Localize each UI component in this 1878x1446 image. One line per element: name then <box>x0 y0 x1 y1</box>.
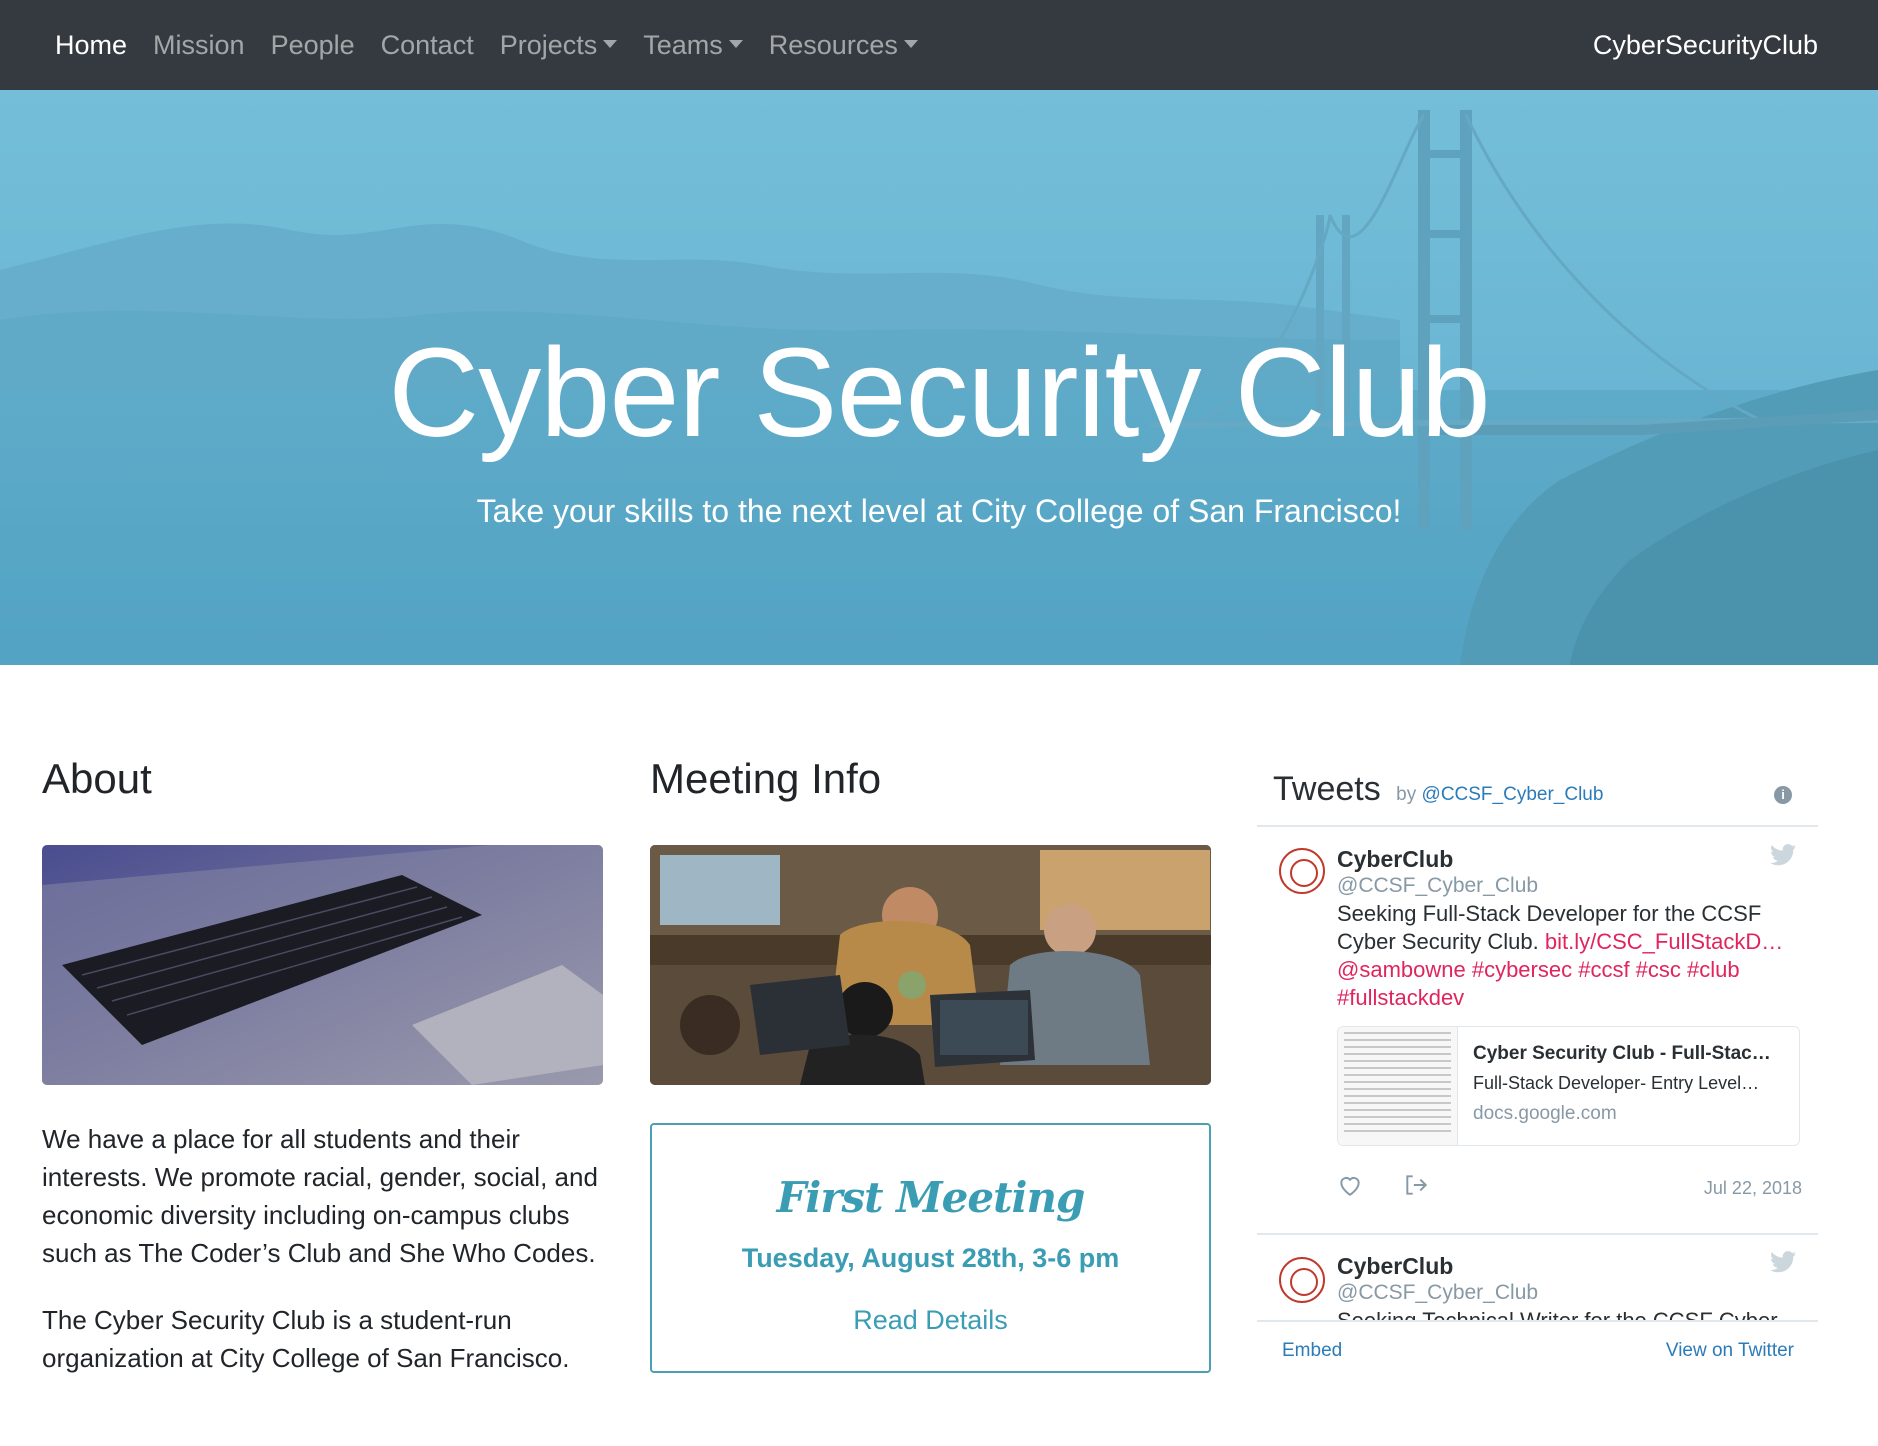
google-doc-thumbnail <box>1338 1027 1458 1145</box>
caret-down-icon <box>603 40 618 49</box>
about-section: About We have a place for all students a… <box>42 755 603 1373</box>
info-icon[interactable]: i <box>1774 786 1792 804</box>
meeting-heading: Meeting Info <box>650 755 882 802</box>
nav-teams-label: Teams <box>643 29 723 60</box>
timeline-by: by @CCSF_Cyber_Club <box>1396 784 1603 805</box>
tweet-text: Seeking Technical Writer for the CCSF Cy… <box>1337 1307 1797 1320</box>
nav-teams-dropdown[interactable]: Teams <box>643 30 743 61</box>
students-laptops-image <box>650 845 1211 1085</box>
timeline-handle-link[interactable]: @CCSF_Cyber_Club <box>1422 784 1604 805</box>
first-meeting-card: First Meeting Tuesday, August 28th, 3-6 … <box>650 1123 1211 1373</box>
meeting-section: Meeting Info <box>650 755 1211 1085</box>
first-meeting-title: First Meeting <box>776 1173 1086 1222</box>
tweet-author-name[interactable]: CyberClub <box>1337 846 1453 873</box>
about-paragraph-2: The Cyber Security Club is a student-run… <box>42 1305 570 1373</box>
twitter-bird-icon[interactable] <box>1770 1251 1796 1273</box>
nav-resources-label: Resources <box>768 29 898 60</box>
view-on-twitter-link[interactable]: View on Twitter <box>1666 1340 1794 1362</box>
heart-icon[interactable] <box>1337 1172 1363 1198</box>
about-paragraph-1: We have a place for all students and the… <box>42 1124 598 1268</box>
tweet-date[interactable]: Jul 22, 2018 <box>1704 1178 1802 1199</box>
tweet-link[interactable]: bit.ly/CSC_FullStackD… <box>1545 929 1783 954</box>
tweet-item[interactable]: CyberClub @CCSF_Cyber_Club Seeking Full-… <box>1257 826 1818 1198</box>
twitter-bird-icon[interactable] <box>1770 844 1796 866</box>
nav-projects-dropdown[interactable]: Projects <box>500 30 618 61</box>
tweet-author-handle[interactable]: @CCSF_Cyber_Club <box>1337 1281 1538 1305</box>
timeline-divider <box>1257 1320 1818 1322</box>
nav-projects-label: Projects <box>499 29 598 60</box>
hero-title: Cyber Security Club <box>388 322 1490 463</box>
nav-mission[interactable]: Mission <box>153 30 245 61</box>
twitter-timeline-widget: Tweets by @CCSF_Cyber_Club i CyberClub @… <box>1257 760 1818 1380</box>
tweet-hashtags[interactable]: @sambowne #cybersec #ccsf #csc #club #fu… <box>1337 957 1740 1010</box>
laptop-keyboard-image <box>42 845 603 1085</box>
first-meeting-date: Tuesday, August 28th, 3-6 pm <box>741 1243 1120 1273</box>
caret-down-icon <box>903 40 918 49</box>
embed-link[interactable]: Embed <box>1282 1340 1342 1362</box>
ccsf-seal-avatar[interactable] <box>1279 848 1325 894</box>
tweet-item[interactable]: CyberClub @CCSF_Cyber_Club Seeking Techn… <box>1257 1235 1818 1320</box>
caret-down-icon <box>728 40 743 49</box>
tweet-author-handle[interactable]: @CCSF_Cyber_Club <box>1337 874 1538 898</box>
read-details-link[interactable]: Read Details <box>652 1305 1209 1336</box>
tweet-author-name[interactable]: CyberClub <box>1337 1253 1453 1280</box>
hero-subtitle: Take your skills to the next level at Ci… <box>476 493 1402 529</box>
tweet-link-card[interactable]: Cyber Security Club - Full-Stac… Full-St… <box>1337 1026 1800 1146</box>
nav-links: Home Mission People Contact Projects Tea… <box>55 0 944 90</box>
top-navbar: Home Mission People Contact Projects Tea… <box>0 0 1878 90</box>
nav-resources-dropdown[interactable]: Resources <box>769 30 918 61</box>
nav-home[interactable]: Home <box>55 30 127 61</box>
nav-contact[interactable]: Contact <box>381 30 474 61</box>
about-heading: About <box>42 755 152 802</box>
tweet-body: Seeking Full-Stack Developer for the CCS… <box>1337 900 1797 1012</box>
card-title: Cyber Security Club - Full-Stac… <box>1473 1043 1771 1064</box>
timeline-heading: Tweets <box>1273 770 1381 808</box>
nav-people[interactable]: People <box>271 30 355 61</box>
hero-banner: Cyber Security Club Take your skills to … <box>0 90 1878 665</box>
ccsf-seal-avatar[interactable] <box>1279 1257 1325 1303</box>
share-icon[interactable] <box>1403 1172 1429 1198</box>
card-domain: docs.google.com <box>1473 1103 1617 1124</box>
timeline-footer: Embed View on Twitter <box>1257 1320 1818 1380</box>
card-description: Full-Stack Developer- Entry Level… <box>1473 1073 1760 1093</box>
navbar-brand[interactable]: CyberSecurityClub <box>1593 0 1818 90</box>
timeline-header: Tweets by @CCSF_Cyber_Club <box>1273 770 1603 809</box>
timeline-by-label: by <box>1396 784 1417 805</box>
